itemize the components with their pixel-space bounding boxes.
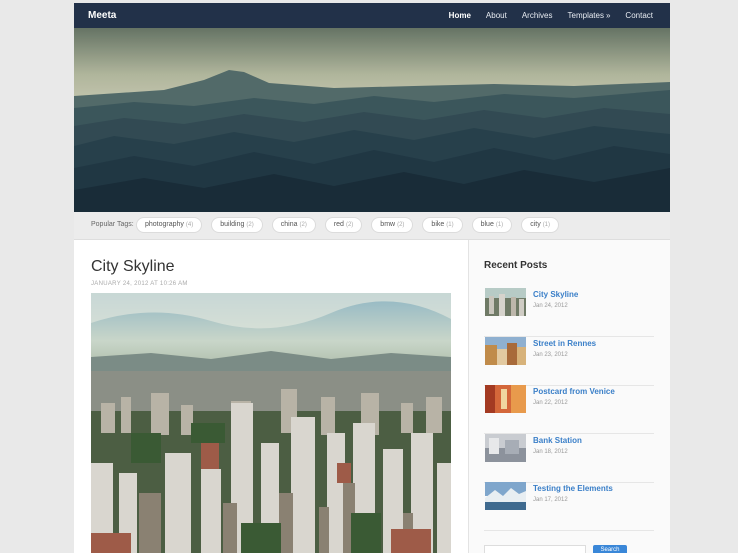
recent-post-title[interactable]: Bank Station (533, 436, 582, 445)
menu-item-about[interactable]: About (486, 11, 507, 20)
post-title[interactable]: City Skyline (91, 258, 175, 276)
tag-count: (1) (542, 222, 551, 228)
top-navbar: Meeta Home About Archives Templates» Con… (74, 3, 670, 28)
recent-post-date: Jan 23, 2012 (533, 352, 568, 358)
recent-post-thumbnail[interactable] (485, 288, 526, 316)
recent-post-thumbnail[interactable] (485, 337, 526, 365)
tag-bike[interactable]: bike (1) (422, 217, 463, 233)
recent-post-date: Jan 24, 2012 (533, 303, 568, 309)
tag-bmw[interactable]: bmw (2) (371, 217, 414, 233)
search-input[interactable] (484, 545, 586, 553)
tag-name: bmw (380, 221, 396, 228)
post-date: JANUARY 24, 2012 AT 10:26 AM (91, 281, 188, 287)
tag-name: building (220, 221, 245, 228)
recent-post-title[interactable]: Street in Rennes (533, 339, 596, 348)
recent-post-date: Jan 22, 2012 (533, 400, 568, 406)
recent-posts-heading: Recent Posts (484, 260, 548, 271)
tag-name: photography (145, 221, 184, 228)
main-menu: Home About Archives Templates» Contact (434, 11, 653, 20)
recent-post-thumbnail[interactable] (485, 482, 526, 510)
recent-post-title[interactable]: Testing the Elements (533, 484, 613, 493)
tag-building[interactable]: building (2) (211, 217, 263, 233)
menu-item-contact[interactable]: Contact (625, 11, 653, 20)
tag-count: (2) (397, 222, 405, 228)
post-featured-image[interactable] (91, 293, 451, 553)
submenu-arrow-icon: » (605, 11, 611, 20)
tag-list: photography (4) building (2) china (2) red(… (136, 217, 568, 233)
menu-item-templates-label: Templates (567, 11, 604, 20)
recent-post-item[interactable]: City Skyline Jan 24, 2012 (484, 288, 654, 337)
recent-post-item[interactable]: Postcard from Venice Jan 22, 2012 (484, 385, 654, 434)
menu-item-home[interactable]: Home (449, 11, 471, 20)
tag-name: blue (480, 221, 494, 228)
tag-name: china (280, 221, 298, 228)
tag-count: (1) (495, 222, 504, 228)
menu-item-archives[interactable]: Archives (522, 11, 553, 20)
hero-banner-image (74, 28, 670, 212)
main-content: City Skyline JANUARY 24, 2012 AT 10:26 A… (74, 240, 468, 553)
tag-count: (1) (446, 222, 454, 228)
tag-count: (4) (185, 222, 194, 228)
tag-red[interactable]: red (2) (324, 217, 363, 233)
tag-count: (2) (299, 222, 307, 228)
recent-post-thumbnail[interactable] (485, 434, 526, 462)
search-button[interactable]: Search (593, 545, 627, 553)
tag-count: (2) (246, 222, 254, 228)
tag-photography[interactable]: photography (4) (136, 217, 203, 233)
page-container: Meeta Home About Archives Templates» Con… (74, 3, 670, 553)
tag-name: bike (431, 221, 445, 228)
recent-post-item[interactable]: Street in Rennes Jan 23, 2012 (484, 337, 654, 386)
tag-china[interactable]: china (2) (271, 217, 316, 233)
recent-post-date: Jan 18, 2012 (533, 449, 568, 455)
recent-post-item[interactable]: Testing the Elements Jan 17, 2012 (484, 482, 654, 531)
recent-post-thumbnail[interactable] (485, 385, 526, 413)
recent-post-title[interactable]: Postcard from Venice (533, 387, 615, 396)
recent-post-date: Jan 17, 2012 (533, 497, 568, 503)
tag-name: city (530, 221, 541, 228)
tag-name: red (333, 221, 344, 228)
recent-post-item[interactable]: Bank Station Jan 18, 2012 (484, 434, 654, 483)
site-logo[interactable]: Meeta (88, 10, 116, 21)
recent-post-title[interactable]: City Skyline (533, 290, 578, 299)
popular-tags-label: Popular Tags: (91, 221, 134, 228)
popular-tags-bar: Popular Tags: photography (4) building (2)… (74, 212, 670, 240)
sidebar: Recent Posts City Skyline Jan 24, 2012 S… (469, 240, 670, 553)
tag-count: (2) (345, 222, 354, 228)
tag-city[interactable]: city (1) (521, 217, 560, 233)
menu-item-templates[interactable]: Templates» (568, 11, 611, 20)
tag-blue[interactable]: blue (1) (471, 217, 513, 233)
